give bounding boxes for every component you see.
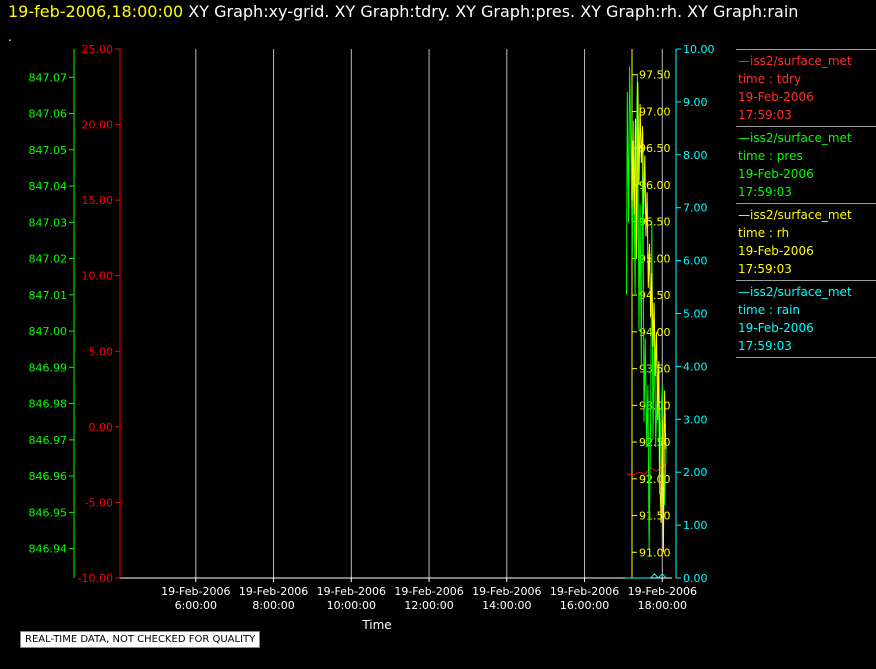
y-axis-tdry-tick-label: 20.00	[82, 119, 114, 132]
y-axis-rh-tick-label: 91.00	[639, 546, 671, 559]
legend-variable: time : tdry	[738, 72, 802, 86]
x-tick-label-time: 18:00:00	[638, 599, 687, 612]
y-axis-pres-tick-label: 846.94	[29, 543, 68, 556]
y-axis-rh-tick-label: 96.50	[639, 142, 671, 155]
y-axis-rain-tick-label: 1.00	[683, 519, 708, 532]
legend-variable: time : pres	[738, 149, 803, 163]
y-axis-pres-tick-label: 847.05	[29, 144, 68, 157]
x-tick-label-time: 8:00:00	[252, 599, 294, 612]
legend-bottom-rule	[736, 357, 876, 358]
quality-notice: REAL-TIME DATA, NOT CHECKED FOR QUALITY	[20, 631, 261, 648]
y-axis-pres-tick-label: 847.03	[29, 216, 68, 229]
y-axis-tdry-tick-label: -10.00	[78, 572, 113, 585]
y-axis-rain-tick-label: 3.00	[683, 413, 708, 426]
legend-date: 19-Feb-2006	[738, 321, 814, 335]
legend-entry-rain: —iss2/surface_met time : rain 19-Feb-200…	[736, 280, 876, 357]
y-axis-tdry-tick-label: -5.00	[85, 496, 113, 509]
y-axis-pres-tick-label: 846.96	[29, 470, 68, 483]
x-tick-label-date: 19-Feb-2006	[239, 585, 308, 598]
y-axis-tdry-tick-label: 15.00	[82, 194, 114, 207]
y-axis-rain-tick-label: 2.00	[683, 466, 708, 479]
y-axis-rh-tick-label: 97.50	[639, 69, 671, 82]
y-axis-tdry-tick-label: 5.00	[89, 345, 114, 358]
legend-time: 17:59:03	[738, 262, 792, 276]
x-tick-label-date: 19-Feb-2006	[317, 585, 386, 598]
legend-date: 19-Feb-2006	[738, 244, 814, 258]
x-tick-label-time: 16:00:00	[560, 599, 609, 612]
x-tick-label-date: 19-Feb-2006	[161, 585, 230, 598]
legend-time: 17:59:03	[738, 339, 792, 353]
y-axis-pres-tick-label: 847.00	[29, 325, 68, 338]
x-tick-label-time: 10:00:00	[327, 599, 376, 612]
legend-entry-tdry: —iss2/surface_met time : tdry 19-Feb-200…	[736, 49, 876, 126]
x-tick-label-time: 12:00:00	[404, 599, 453, 612]
legend-date: 19-Feb-2006	[738, 90, 814, 104]
y-axis-pres-tick-label: 847.06	[29, 108, 68, 121]
x-axis-label: Time	[361, 618, 391, 632]
legend: —iss2/surface_met time : tdry 19-Feb-200…	[736, 49, 876, 358]
y-axis-tdry-tick-label: 10.00	[82, 270, 114, 283]
x-tick-label-time: 14:00:00	[482, 599, 531, 612]
legend-time: 17:59:03	[738, 185, 792, 199]
y-axis-pres-tick-label: 846.98	[29, 398, 68, 411]
x-tick-label-time: 6:00:00	[175, 599, 217, 612]
y-axis-rh-tick-label: 97.00	[639, 105, 671, 118]
y-axis-rain-tick-label: 0.00	[683, 572, 708, 585]
legend-variable: time : rain	[738, 303, 801, 317]
y-axis-rh-tick-label: 91.50	[639, 510, 671, 523]
y-axis-rain-tick-label: 10.00	[683, 43, 715, 56]
y-axis-pres-tick-label: 846.97	[29, 434, 68, 447]
legend-entry-pres: —iss2/surface_met time : pres 19-Feb-200…	[736, 126, 876, 203]
y-axis-rain-tick-label: 9.00	[683, 96, 708, 109]
legend-variable: time : rh	[738, 226, 790, 240]
y-axis-pres-tick-label: 847.02	[29, 253, 68, 266]
legend-date: 19-Feb-2006	[738, 167, 814, 181]
y-axis-rain-tick-label: 7.00	[683, 202, 708, 215]
y-axis-pres-tick-label: 846.95	[29, 506, 68, 519]
y-axis-rain-tick-label: 8.00	[683, 149, 708, 162]
x-tick-label-date: 19-Feb-2006	[628, 585, 697, 598]
legend-source: —iss2/surface_met	[738, 54, 852, 68]
y-axis-tdry-tick-label: 0.00	[89, 421, 114, 434]
y-axis-tdry-tick-label: 25.00	[82, 43, 114, 56]
y-axis-rain-tick-label: 4.00	[683, 360, 708, 373]
x-tick-label-date: 19-Feb-2006	[472, 585, 541, 598]
legend-time: 17:59:03	[738, 108, 792, 122]
y-axis-pres-tick-label: 847.01	[29, 289, 68, 302]
y-axis-pres-tick-label: 847.04	[29, 180, 68, 193]
legend-source: —iss2/surface_met	[738, 131, 852, 145]
legend-source: —iss2/surface_met	[738, 285, 852, 299]
y-axis-pres-tick-label: 846.99	[29, 361, 68, 374]
legend-entry-rh: —iss2/surface_met time : rh 19-Feb-2006 …	[736, 203, 876, 280]
y-axis-rain-tick-label: 6.00	[683, 255, 708, 268]
legend-source: —iss2/surface_met	[738, 208, 852, 222]
x-tick-label-date: 19-Feb-2006	[394, 585, 463, 598]
x-tick-label-date: 19-Feb-2006	[550, 585, 619, 598]
y-axis-rh-tick-label: 95.50	[639, 216, 671, 229]
y-axis-rain-tick-label: 5.00	[683, 308, 708, 321]
y-axis-pres-tick-label: 847.07	[29, 71, 68, 84]
